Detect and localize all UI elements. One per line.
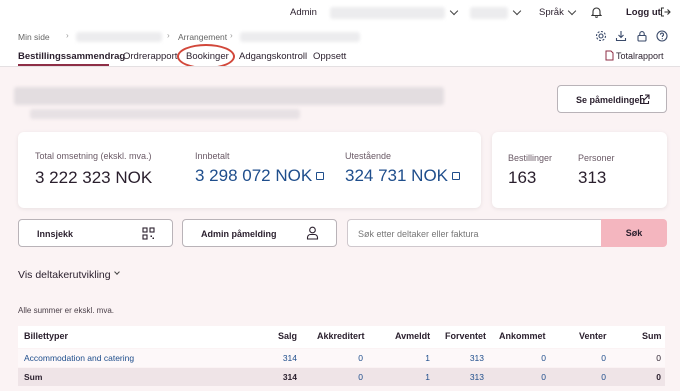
breadcrumb-home[interactable]: Min side [18,32,50,42]
user-icon [306,226,319,240]
help-icon[interactable] [656,30,668,42]
tab-access-control[interactable]: Adgangskontroll [239,51,307,62]
search-input[interactable]: Søk etter deltaker eller faktura [347,219,601,247]
total-report-link[interactable]: Totalrapport [616,51,664,61]
external-link-icon [452,172,461,180]
paid-label: Innbetalt [195,151,230,161]
total-waiting-link[interactable]: 0 [566,372,606,382]
paid-value-link[interactable]: 3 298 072 NOK [195,166,325,186]
chevron-down-icon[interactable] [512,6,522,16]
event-subtitle [30,109,300,119]
external-link-icon [639,94,650,105]
gear-icon[interactable] [595,30,607,42]
language-selector[interactable]: Språk [539,7,564,18]
total-sum: 0 [656,372,661,382]
col-waiting: Venter [579,331,607,341]
tab-setup[interactable]: Oppsett [313,51,346,62]
expected-link[interactable]: 313 [444,353,484,363]
table-row: Accommodation and catering 314 0 1 313 0… [18,349,665,367]
search-placeholder: Søk etter deltaker eller faktura [358,229,479,239]
breadcrumb-separator-icon: › [230,31,233,40]
orders-label: Bestillinger [508,153,553,163]
bell-icon[interactable] [591,6,602,18]
chevron-down-icon[interactable] [449,6,459,16]
admin-label[interactable]: Admin [290,7,317,18]
admin-registration-label: Admin påmelding [201,229,277,239]
col-arrived: Ankommet [499,331,546,341]
tab-order-summary[interactable]: Bestillingssammendrag [18,51,125,62]
breadcrumb-separator-icon: › [167,31,170,40]
event-title [14,87,444,105]
checkin-label: Innsjekk [37,229,74,239]
search-button[interactable]: Søk [601,219,667,247]
arrived-link[interactable]: 0 [506,353,546,363]
outstanding-value[interactable]: 324 731 NOK [345,166,448,185]
admin-registration-button[interactable]: Admin påmelding [182,219,337,247]
tab-order-report[interactable]: Ordrerapport [123,51,177,62]
table-total-row: Sum 314 0 1 313 0 0 0 [18,368,665,386]
revenue-label: Total omsetning (ekskl. mva.) [35,151,152,161]
waiting-link[interactable]: 0 [566,353,606,363]
breadcrumb-redacted[interactable] [76,32,162,42]
outstanding-label: Utestående [345,151,392,161]
breadcrumb-section[interactable]: Arrangement [178,32,227,42]
orders-value: 163 [508,168,537,187]
ticket-type-link[interactable]: Accommodation and catering [24,353,134,363]
logout-link[interactable]: Logg ut [626,7,661,18]
col-expected: Forventet [445,331,487,341]
persons-value: 313 [578,168,607,187]
total-cancelled-link[interactable]: 1 [390,372,430,382]
col-sales: Salg [277,331,297,341]
revenue-value: 3 222 323 NOK [35,168,153,187]
vat-note: Alle summer er ekskl. mva. [18,306,115,315]
total-accredited-link[interactable]: 0 [323,372,363,382]
see-registration-label: Se påmeldingen [576,95,646,105]
total-label: Sum [24,372,43,382]
outstanding-value-link[interactable]: 324 731 NOK [345,166,461,186]
col-cancelled: Avmeldt [395,331,431,341]
chevron-down-icon[interactable] [567,6,577,16]
external-link-icon [316,172,325,180]
sales-link[interactable]: 314 [257,353,297,363]
account-selector[interactable] [470,7,508,19]
total-arrived-link[interactable]: 0 [506,372,546,382]
see-registration-button[interactable]: Se påmeldingen [557,85,667,113]
participant-development-toggle[interactable]: Vis deltakerutvikling [18,269,111,281]
qr-code-icon [142,227,155,240]
logout-icon[interactable] [660,6,671,18]
total-sales: 314 [282,372,297,382]
accredited-link[interactable]: 0 [323,353,363,363]
lock-icon[interactable] [636,30,648,42]
top-bar: Admin Språk Logg ut [0,0,680,26]
organization-selector[interactable] [330,7,445,19]
breadcrumb-current [240,32,360,42]
persons-label: Personer [578,153,615,163]
col-accredited: Akkreditert [317,331,365,341]
paid-value[interactable]: 3 298 072 NOK [195,166,312,185]
col-sum: Sum [642,331,662,341]
download-icon[interactable] [615,30,627,42]
checkin-button[interactable]: Innsjekk [18,219,173,247]
sum-value: 0 [656,353,661,363]
document-icon[interactable] [605,50,614,61]
cancelled-link[interactable]: 1 [390,353,430,363]
col-ticket-types: Billettyper [24,331,69,341]
breadcrumb-separator-icon: › [66,31,69,40]
total-expected-link[interactable]: 313 [444,372,484,382]
